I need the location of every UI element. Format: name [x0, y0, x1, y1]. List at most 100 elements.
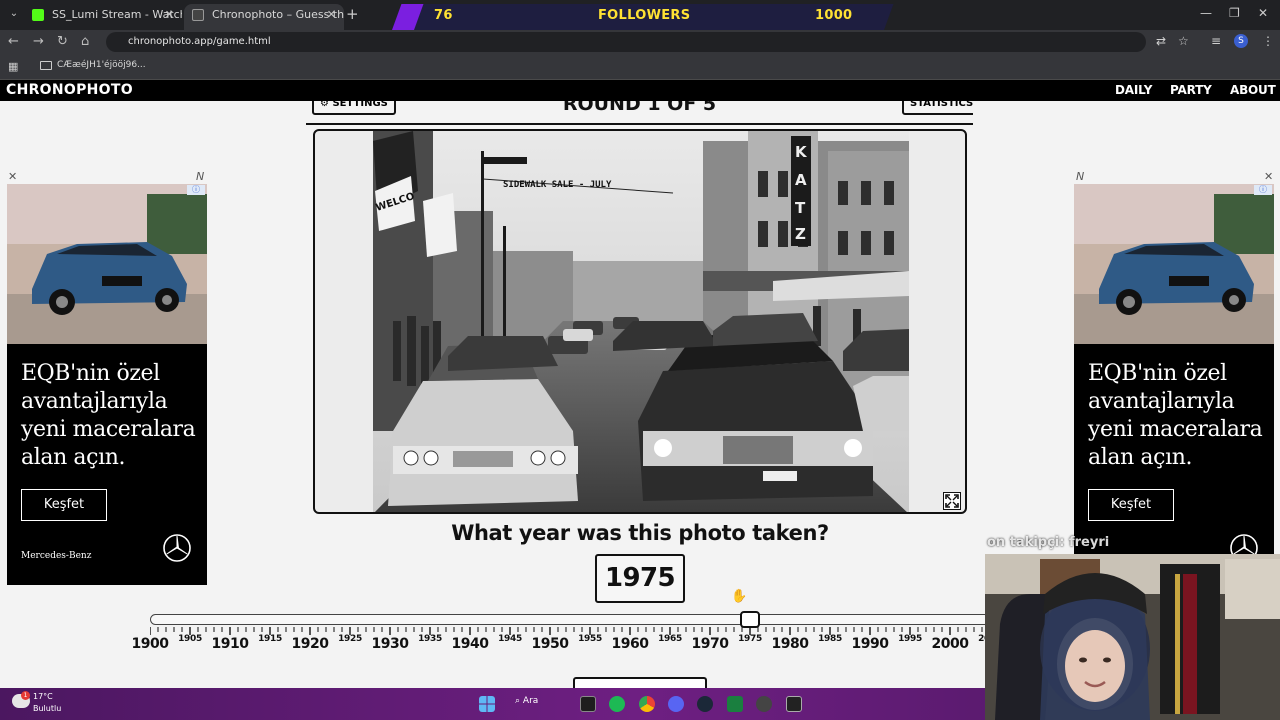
- profile-avatar[interactable]: S: [1234, 34, 1248, 48]
- tab-lumi-stream[interactable]: SS_Lumi Stream - Watch Live o ✕: [24, 4, 182, 30]
- reading-list-icon[interactable]: ≡: [1211, 34, 1221, 48]
- slider-tick-label: 1900: [131, 636, 169, 652]
- slider-thumb[interactable]: [740, 611, 760, 628]
- taskbar-search[interactable]: ⌕ Ara: [515, 696, 538, 706]
- bookmarks-bar: ▦ CÆæéJH1'éjööj96...: [0, 54, 1280, 80]
- slider-tick-labels: 1900 1910 1920 1930 1940 1950 1960 1970 1980 1990…: [132, 634, 1003, 652]
- slider-tick-label: 1990: [851, 636, 889, 652]
- selected-year-display: 1975: [595, 554, 685, 603]
- discord-icon[interactable]: [668, 696, 684, 712]
- spotify-icon[interactable]: [609, 696, 625, 712]
- slider-tick-label: 1980: [771, 636, 809, 652]
- back-icon[interactable]: ←: [8, 34, 19, 49]
- slider-tick-label: 1985: [818, 634, 842, 644]
- ad-kesfet-button[interactable]: Keşfet: [21, 489, 107, 521]
- ad-right[interactable]: ⓘ EQB'nin özel avantajlarıyla yeni macer…: [1074, 184, 1274, 585]
- photo-banner-text: SIDEWALK SALE - JULY: [503, 180, 612, 190]
- round-header: ROUND 1 OF 5 ⚙ SETTINGS STATISTICS: [306, 101, 973, 125]
- new-tab-icon[interactable]: +: [346, 5, 359, 23]
- followers-goal: 1000: [815, 8, 853, 23]
- forward-icon[interactable]: →: [33, 34, 44, 49]
- nav-party[interactable]: PARTY: [1170, 83, 1212, 97]
- question-heading: What year was this photo taken?: [451, 521, 829, 545]
- obs-icon[interactable]: [756, 696, 772, 712]
- ad-info-icon[interactable]: ⓘ: [187, 185, 205, 195]
- slider-tick-label: 1995: [898, 634, 922, 644]
- more-menu-icon[interactable]: ⋮: [1262, 34, 1274, 48]
- close-window-icon[interactable]: ✕: [1258, 6, 1268, 20]
- slider-tick-label: 1905: [178, 634, 202, 644]
- ad-close-icon[interactable]: ✕: [1264, 170, 1273, 183]
- slider-tick-label: 1915: [258, 634, 282, 644]
- settings-button[interactable]: ⚙ SETTINGS: [312, 101, 396, 115]
- chronophoto-favicon-icon: [192, 9, 204, 21]
- nav-about[interactable]: ABOUT: [1230, 83, 1276, 97]
- followers-current: 76: [434, 8, 453, 23]
- ad-choices-icon[interactable]: N: [196, 170, 204, 183]
- ad-headline: EQB'nin özel avantajlarıyla yeni maceral…: [1088, 361, 1263, 470]
- ad-close-icon[interactable]: ✕: [8, 170, 17, 183]
- chrome-icon[interactable]: [639, 696, 655, 712]
- notification-badge: 1: [21, 691, 30, 700]
- ad-left[interactable]: ⓘ EQB'nin özel avantajlarıyla yeni macer…: [7, 184, 207, 585]
- ad-kesfet-button[interactable]: Keşfet: [1088, 489, 1174, 521]
- slider-track[interactable]: [150, 614, 990, 625]
- slider-tick-label: 1910: [211, 636, 249, 652]
- home-icon[interactable]: ⌂: [81, 34, 89, 49]
- stream-follower-alert: on takipçi: freyri: [987, 535, 1110, 550]
- slider-tick-label: 1930: [371, 636, 409, 652]
- ad-car-image: [1074, 184, 1274, 344]
- slider-tick-label: 1950: [531, 636, 569, 652]
- weather-temperature[interactable]: 17°C: [33, 692, 53, 701]
- search-icon: ⌕: [515, 696, 523, 706]
- slider-tick-label: 1935: [418, 634, 442, 644]
- slider-tick-label: 1955: [578, 634, 602, 644]
- reload-icon[interactable]: ↻: [57, 34, 68, 49]
- close-tab-icon[interactable]: ✕: [327, 4, 336, 26]
- minimize-icon[interactable]: —: [1200, 6, 1212, 20]
- bookmark-folder[interactable]: CÆæéJH1'éjööj96...: [57, 60, 146, 70]
- restore-icon[interactable]: ❐: [1229, 6, 1240, 20]
- search-label: Ara: [522, 696, 539, 706]
- statistics-button[interactable]: STATISTICS: [902, 101, 973, 115]
- nav-daily[interactable]: DAILY: [1115, 83, 1152, 97]
- task-view-icon[interactable]: [580, 696, 596, 712]
- mercedes-star-icon: [163, 534, 191, 562]
- tab-search-icon[interactable]: ⌄: [6, 6, 22, 22]
- excel-icon[interactable]: [727, 696, 743, 712]
- store-sign-letter: A: [795, 171, 807, 189]
- site-header: CHRONOPHOTO DAILY PARTY ABOUT: [0, 80, 1280, 101]
- bookmark-star-icon[interactable]: ☆: [1178, 34, 1189, 48]
- translate-icon[interactable]: ⇄: [1156, 34, 1166, 48]
- ad-brand: Mercedes-Benz: [21, 551, 92, 561]
- url-text: chronophoto.app/game.html: [128, 36, 271, 47]
- tab-chronophoto[interactable]: Chronophoto – Guess the Year ✕: [184, 4, 344, 30]
- year-slider[interactable]: 1900 1910 1920 1930 1940 1950 1960 1970 1980 1990…: [132, 611, 1003, 652]
- slider-tick-label: 1925: [338, 634, 362, 644]
- historical-street-photo: SIDEWALK SALE - JULY K A T Z WELCO: [373, 131, 909, 512]
- webcam-feed: [985, 554, 1280, 720]
- address-bar[interactable]: chronophoto.app/game.html: [106, 32, 1146, 52]
- slider-tick-label: 2000: [931, 636, 969, 652]
- store-sign-letter: T: [795, 199, 806, 217]
- windows-start-icon[interactable]: [479, 696, 495, 712]
- apps-grid-icon[interactable]: ▦: [8, 60, 18, 73]
- close-tab-icon[interactable]: ✕: [165, 4, 174, 26]
- fullscreen-expand-icon[interactable]: [943, 492, 961, 510]
- slider-tick-label: 1975: [738, 634, 762, 644]
- kick-favicon-icon: [32, 9, 44, 21]
- store-sign-letter: Z: [795, 225, 806, 243]
- slider-tick-label: 1940: [451, 636, 489, 652]
- slider-tick-label: 1920: [291, 636, 329, 652]
- weather-description[interactable]: Bulutlu: [33, 704, 61, 713]
- site-logo[interactable]: CHRONOPHOTO: [6, 82, 133, 98]
- hand-cursor-icon: ✋: [731, 589, 748, 604]
- epic-games-icon[interactable]: [786, 696, 802, 712]
- ad-car-image: [7, 184, 207, 344]
- browser-toolbar: ← → ↻ ⌂ chronophoto.app/game.html ⇄ ☆ ≡ …: [0, 30, 1280, 54]
- ad-info-icon[interactable]: ⓘ: [1254, 185, 1272, 195]
- steam-icon[interactable]: [697, 696, 713, 712]
- ad-choices-icon[interactable]: N: [1076, 170, 1084, 183]
- ad-headline: EQB'nin özel avantajlarıyla yeni maceral…: [21, 361, 196, 470]
- photo-frame: SIDEWALK SALE - JULY K A T Z WELCO: [313, 129, 967, 514]
